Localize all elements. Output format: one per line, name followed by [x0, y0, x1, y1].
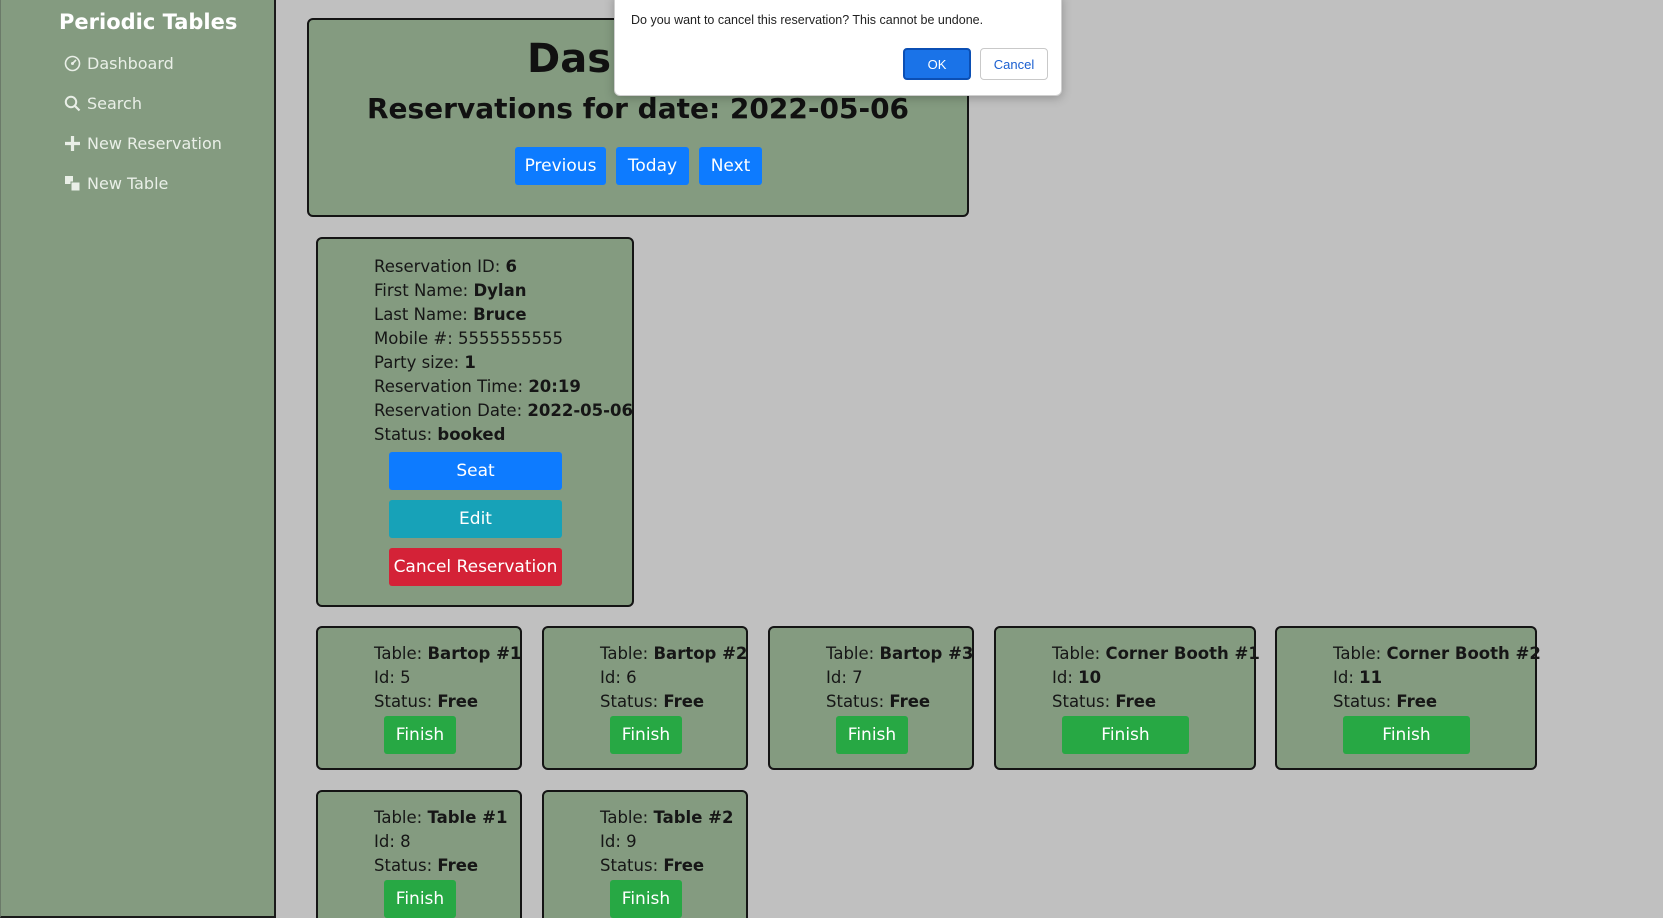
table-name-line: Table: Bartop #3 — [826, 644, 974, 663]
table-name-line: Table: Table #2 — [600, 808, 734, 827]
table-id-line: Id: 7 — [826, 668, 863, 687]
last-name: Bruce — [473, 305, 527, 324]
reservation-date: 2022-05-06 — [527, 401, 633, 420]
edit-button[interactable]: Edit — [389, 500, 562, 538]
dialog-ok-button[interactable]: OK — [903, 48, 971, 80]
table-status-line: Status: Free — [600, 856, 705, 875]
reservation-time-line: Reservation Time: 20:19 — [374, 377, 581, 396]
seat-button[interactable]: Seat — [389, 452, 562, 490]
table-status-line: Status: Free — [826, 692, 931, 711]
table-card: Table: Corner Booth #1 Id: 10 Status: Fr… — [994, 626, 1260, 770]
today-button[interactable]: Today — [616, 147, 689, 185]
plus-icon — [63, 135, 81, 153]
next-button[interactable]: Next — [699, 147, 762, 185]
table-status-line: Status: Free — [374, 692, 479, 711]
table-name-line: Table: Corner Booth #2 — [1333, 644, 1541, 663]
finish-button[interactable]: Finish — [610, 880, 682, 918]
finish-button[interactable]: Finish — [1062, 716, 1189, 754]
date-heading: Reservations for date: 2022-05-06 — [366, 92, 910, 125]
table-id-line: Id: 10 — [1052, 668, 1102, 687]
table-name-line: Table: Bartop #1 — [374, 644, 522, 663]
dashboard-icon — [63, 55, 81, 73]
first-name: Dylan — [473, 281, 527, 300]
table-id-line: Id: 9 — [600, 832, 637, 851]
party-size: 1 — [464, 353, 476, 372]
nav-label-search: Search — [87, 94, 142, 113]
finish-button[interactable]: Finish — [384, 880, 456, 918]
table-status-line: Status: Free — [600, 692, 705, 711]
table-name-line: Table: Bartop #2 — [600, 644, 748, 663]
finish-button[interactable]: Finish — [384, 716, 456, 754]
nav-label-new-reservation: New Reservation — [87, 134, 222, 153]
table-card: Table: Bartop #3 Id: 7 Status: Free Fini… — [768, 626, 974, 770]
finish-button[interactable]: Finish — [1343, 716, 1470, 754]
previous-button[interactable]: Previous — [515, 147, 606, 185]
sidebar: Periodic Tables Dashboard Search New Res… — [0, 0, 276, 918]
table-id-line: Id: 5 — [374, 668, 411, 687]
search-icon — [63, 95, 81, 113]
table-status-line: Status: Free — [374, 856, 479, 875]
reservation-time: 20:19 — [528, 377, 581, 396]
table-card: Table: Table #2 Id: 9 Status: Free Finis… — [542, 790, 748, 918]
nav-label-new-table: New Table — [87, 174, 169, 193]
table-card: Table: Bartop #1 Id: 5 Status: Free Fini… — [316, 626, 522, 770]
table-name-line: Table: Corner Booth #1 — [1052, 644, 1260, 663]
dialog-cancel-button[interactable]: Cancel — [980, 48, 1048, 80]
party-size-line: Party size: 1 — [374, 353, 476, 372]
table-status-line: Status: Free — [1333, 692, 1438, 711]
reservation-id-line: Reservation ID: 6 — [374, 257, 517, 276]
confirm-dialog: Do you want to cancel this reservation? … — [614, 0, 1062, 96]
table-card: Table: Table #1 Id: 8 Status: Free Finis… — [316, 790, 522, 918]
cancel-reservation-button[interactable]: Cancel Reservation — [389, 548, 562, 586]
table-status-line: Status: Free — [1052, 692, 1157, 711]
table-id-line: Id: 8 — [374, 832, 411, 851]
nav-label-dashboard: Dashboard — [87, 54, 174, 73]
reservation-date-line: Reservation Date: 2022-05-06 — [374, 401, 633, 420]
first-name-line: First Name: Dylan — [374, 281, 527, 300]
table-id-line: Id: 11 — [1333, 668, 1383, 687]
reservation-status: booked — [437, 425, 506, 444]
table-icon — [63, 175, 81, 193]
nav-item-new-reservation[interactable]: New Reservation — [63, 134, 222, 153]
nav-item-new-table[interactable]: New Table — [63, 174, 168, 193]
brand-title: Periodic Tables — [59, 10, 238, 34]
table-name-line: Table: Table #1 — [374, 808, 508, 827]
last-name-line: Last Name: Bruce — [374, 305, 527, 324]
mobile-line: Mobile #: 5555555555 — [374, 329, 563, 348]
dialog-message: Do you want to cancel this reservation? … — [631, 13, 984, 27]
mobile-number: 5555555555 — [458, 329, 563, 348]
status-line: Status: booked — [374, 425, 506, 444]
finish-button[interactable]: Finish — [836, 716, 908, 754]
finish-button[interactable]: Finish — [610, 716, 682, 754]
reservation-id: 6 — [505, 257, 517, 276]
nav-item-search[interactable]: Search — [63, 94, 142, 113]
table-id-line: Id: 6 — [600, 668, 637, 687]
table-card: Table: Bartop #2 Id: 6 Status: Free Fini… — [542, 626, 748, 770]
nav-item-dashboard[interactable]: Dashboard — [63, 54, 174, 73]
reservation-card: Reservation ID: 6 First Name: Dylan Last… — [316, 237, 634, 607]
table-card: Table: Corner Booth #2 Id: 11 Status: Fr… — [1275, 626, 1541, 770]
